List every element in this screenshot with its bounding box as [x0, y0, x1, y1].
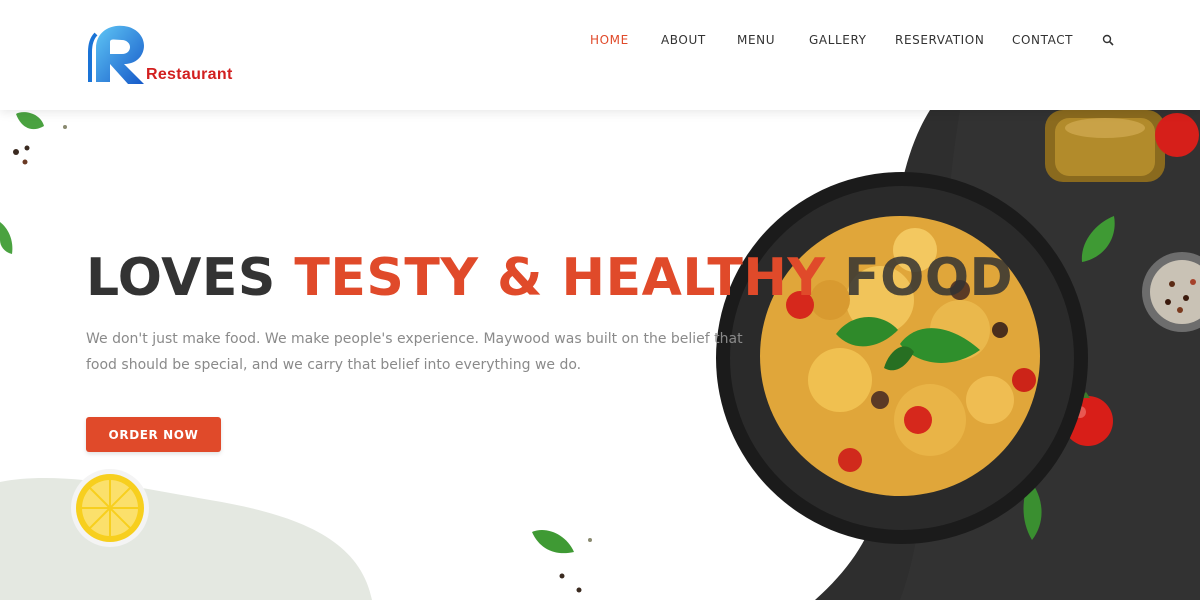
nav-item-about[interactable]: ABOUT — [661, 33, 706, 47]
background-blob — [0, 478, 372, 600]
pasta-bowl-image — [716, 172, 1088, 544]
basil-leaf-image — [16, 112, 44, 130]
headline-part-1: LOVES — [86, 248, 295, 308]
lemon-image — [71, 469, 149, 547]
site-header: Restaurant HOME ABOUT MENU GALLERY RESER… — [0, 0, 1200, 110]
headline-part-3: FOOD — [844, 248, 1014, 308]
search-icon[interactable] — [1102, 34, 1114, 46]
nav-item-menu[interactable]: MENU — [737, 33, 775, 47]
brand-name: Restaurant — [146, 66, 233, 83]
hero-intro-text: We don't just make food. We make people'… — [86, 331, 743, 373]
nav-item-reservation[interactable]: RESERVATION — [895, 33, 984, 47]
nav-item-contact[interactable]: CONTACT — [1012, 33, 1073, 47]
basil-leaf-image — [0, 222, 13, 254]
brand-logo[interactable]: Restaurant — [86, 22, 236, 88]
headline-part-2: TESTY & HEALTHY — [294, 248, 845, 308]
nav-item-gallery[interactable]: GALLERY — [809, 33, 867, 47]
basil-leaf-image — [532, 530, 574, 554]
hero-headline: LOVES TESTY & HEALTHY FOOD — [86, 248, 1013, 308]
basil-leaf-image — [1023, 480, 1042, 540]
tomato-image — [1155, 113, 1199, 157]
dark-stone-panel — [815, 110, 1200, 600]
oil-jar-image — [1045, 110, 1165, 182]
pepper-bowl-image — [1142, 252, 1200, 332]
nav-item-home[interactable]: HOME — [590, 33, 629, 47]
tomato-image — [1063, 396, 1113, 446]
order-now-button[interactable]: ORDER NOW — [86, 417, 221, 452]
basil-leaf-image — [1081, 216, 1115, 262]
r-logo-icon — [88, 25, 144, 85]
